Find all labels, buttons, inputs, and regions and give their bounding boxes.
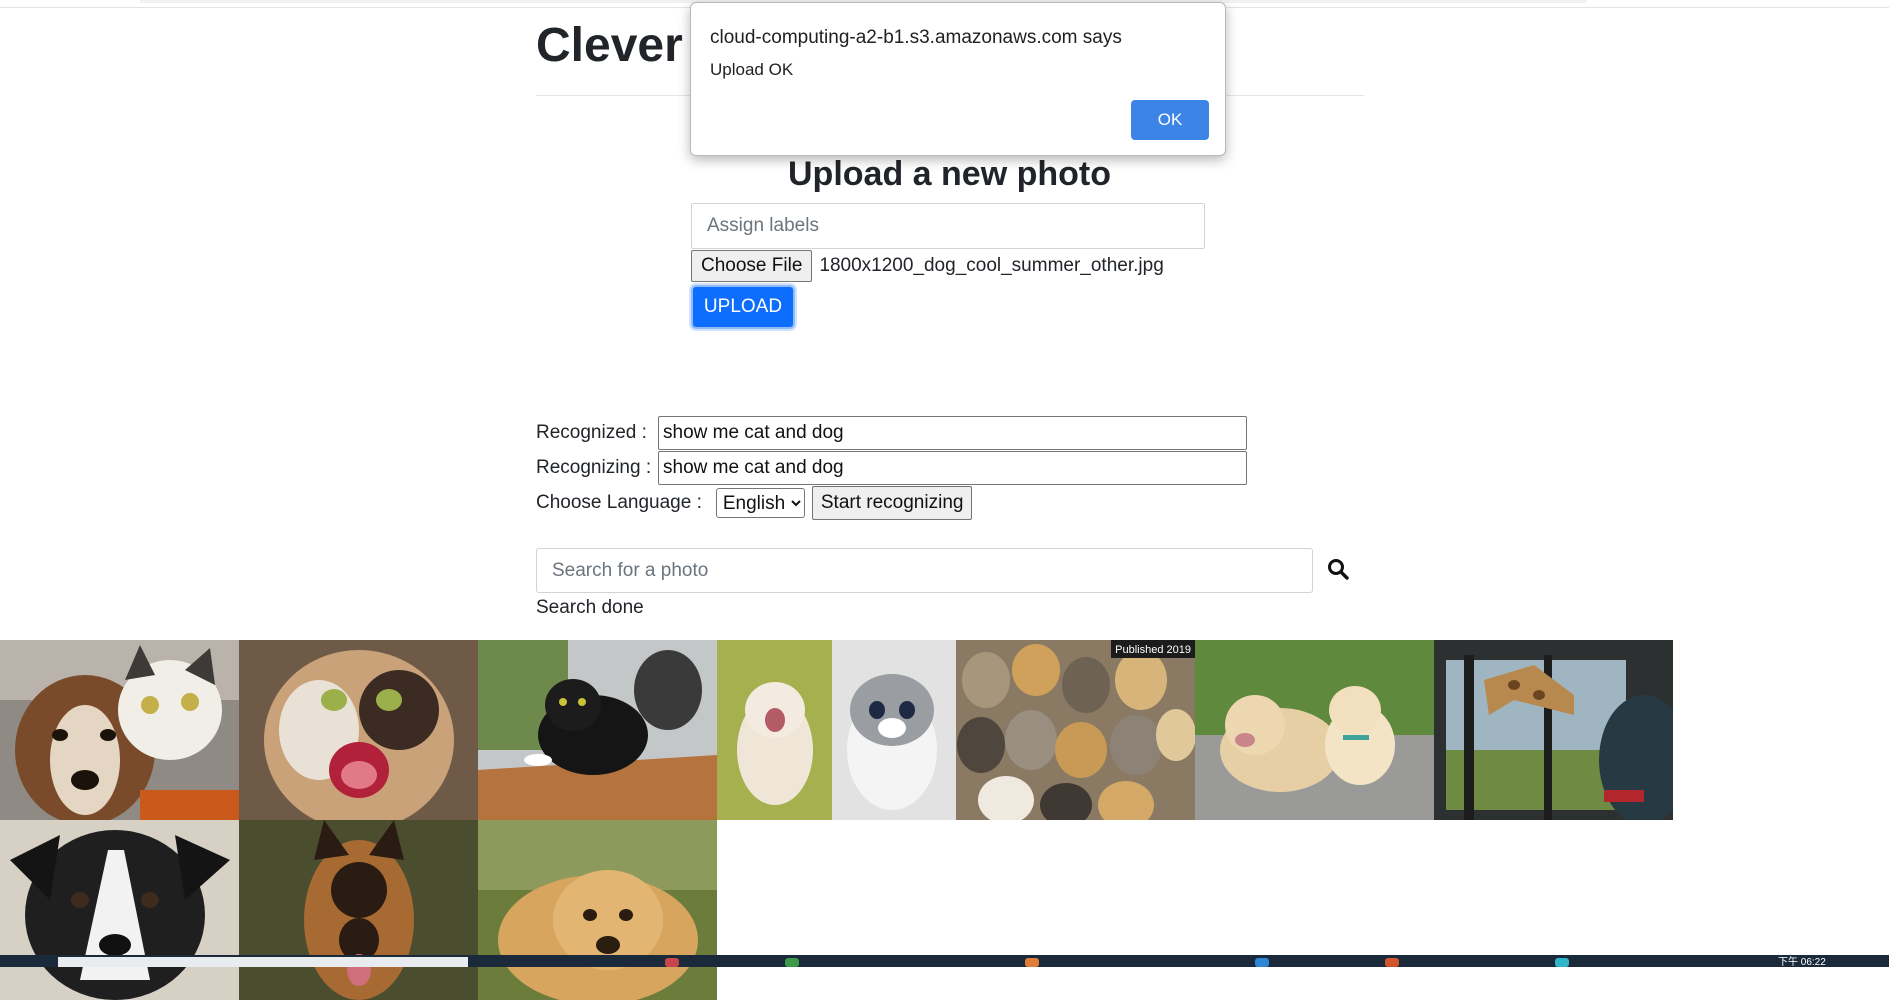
photo-giraffe[interactable] — [1434, 640, 1673, 820]
photo-hissing-cat[interactable] — [239, 640, 478, 820]
alert-dialog: cloud-computing-a2-b1.s3.amazonaws.com s… — [690, 2, 1226, 156]
photo-golden-puppy[interactable] — [478, 820, 717, 1000]
photo-german-shepherd[interactable] — [239, 820, 478, 1000]
recognized-label: Recognized : — [536, 422, 647, 443]
taskbar-app-icon[interactable] — [1385, 958, 1399, 967]
photo-two-puppies[interactable] — [1195, 640, 1434, 820]
recognized-field[interactable] — [658, 416, 1247, 450]
recognizing-row: Recognizing : — [536, 450, 1247, 486]
selected-file-name: 1800x1200_dog_cool_summer_other.jpg — [819, 255, 1164, 276]
choose-language-label: Choose Language : — [536, 492, 702, 513]
photo-group-of-cats[interactable]: Published 2019 — [956, 640, 1195, 820]
photo-black-cat[interactable] — [478, 640, 717, 820]
assign-labels-input[interactable] — [691, 203, 1205, 249]
search-icon — [1328, 558, 1349, 580]
taskbar-app-icon[interactable] — [1255, 958, 1269, 967]
recognizing-field[interactable] — [658, 451, 1247, 485]
language-select[interactable]: English — [715, 488, 805, 518]
search-status: Search done — [536, 597, 644, 618]
photo-two-kittens[interactable] — [717, 640, 956, 820]
taskbar-app-icon[interactable] — [1025, 958, 1039, 967]
taskbar-clock: 下午 06:22 — [1778, 957, 1826, 968]
taskbar-app-icon[interactable] — [1555, 958, 1569, 967]
taskbar-search[interactable] — [58, 957, 468, 967]
search-input[interactable] — [536, 548, 1313, 593]
photo-dog-and-cat[interactable] — [0, 640, 239, 820]
start-recognizing-button[interactable]: Start recognizing — [811, 486, 973, 520]
taskbar: 下午 06:22 — [0, 955, 1889, 968]
language-row: Choose Language : English Start recogniz… — [536, 485, 973, 521]
taskbar-app-icon[interactable] — [785, 958, 799, 967]
dialog-message: Upload OK — [710, 60, 794, 79]
dialog-ok-button[interactable]: OK — [1131, 100, 1209, 140]
recognized-row: Recognized : — [536, 415, 1247, 451]
dialog-origin: cloud-computing-a2-b1.s3.amazonaws.com s… — [710, 27, 1122, 48]
recognizing-label: Recognizing : — [536, 457, 652, 478]
file-picker: Choose File 1800x1200_dog_cool_summer_ot… — [691, 250, 1164, 282]
photo-badge: Published 2019 — [1115, 644, 1191, 656]
search-button[interactable] — [1320, 552, 1356, 588]
taskbar-app-icon[interactable] — [665, 958, 679, 967]
photo-black-white-puppy[interactable] — [0, 820, 239, 1000]
choose-file-button[interactable]: Choose File — [691, 250, 813, 282]
upload-button[interactable]: UPLOAD — [691, 285, 795, 329]
upload-heading: Upload a new photo — [788, 155, 1111, 193]
